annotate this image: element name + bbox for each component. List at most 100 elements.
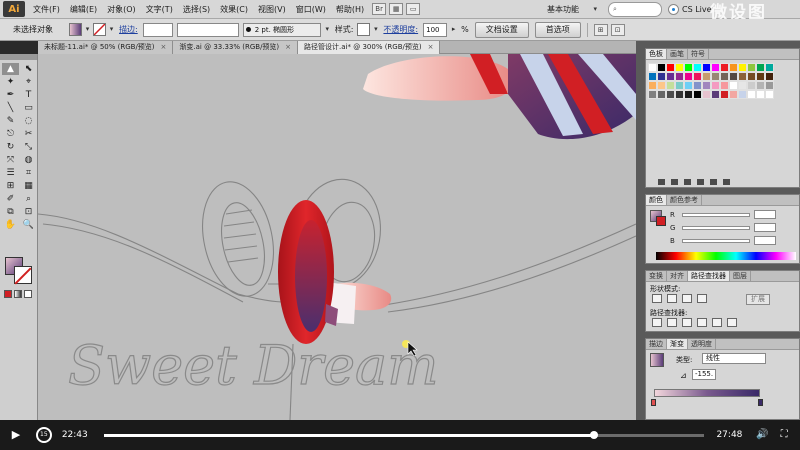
- slider-track[interactable]: [682, 225, 750, 230]
- menu-file[interactable]: 文件(F): [28, 0, 65, 19]
- tool-button[interactable]: ▭: [20, 102, 37, 114]
- gradient-mode-icon[interactable]: [14, 290, 22, 298]
- swatch[interactable]: [693, 72, 702, 81]
- swatch[interactable]: [684, 81, 693, 90]
- color-spectrum-bar[interactable]: [656, 252, 796, 260]
- swatch[interactable]: [702, 63, 711, 72]
- style-dropdown[interactable]: ▾: [371, 23, 380, 36]
- tab-swatches[interactable]: 色板: [646, 49, 667, 59]
- swatch[interactable]: [666, 81, 675, 90]
- tool-button[interactable]: ⎋: [2, 128, 19, 140]
- stroke-dropdown[interactable]: ▾: [107, 23, 116, 36]
- swatch[interactable]: [720, 81, 729, 90]
- style-swatch[interactable]: [357, 23, 371, 36]
- tool-button[interactable]: ✂: [20, 128, 37, 140]
- swatch[interactable]: [702, 72, 711, 81]
- swatch[interactable]: [702, 90, 711, 99]
- menu-effect[interactable]: 效果(C): [215, 0, 253, 19]
- menu-window[interactable]: 窗口(W): [291, 0, 331, 19]
- tool-button[interactable]: ⧉: [2, 206, 19, 218]
- tool-button[interactable]: ✋: [2, 219, 19, 231]
- swatch[interactable]: [648, 81, 657, 90]
- tool-button[interactable]: ⌗: [20, 167, 37, 179]
- intersect-icon[interactable]: [682, 294, 692, 303]
- tool-button[interactable]: ⤡: [20, 141, 37, 153]
- swatch[interactable]: [765, 63, 774, 72]
- swatch[interactable]: [747, 72, 756, 81]
- unite-icon[interactable]: [652, 294, 662, 303]
- swatch[interactable]: [720, 90, 729, 99]
- tool-button[interactable]: ◌: [20, 115, 37, 127]
- swatch[interactable]: [693, 63, 702, 72]
- tab-stroke[interactable]: 描边: [646, 339, 667, 349]
- tab-transform[interactable]: 变换: [646, 271, 667, 281]
- tool-button[interactable]: ↻: [2, 141, 19, 153]
- tool-button[interactable]: ⌕: [20, 193, 37, 205]
- color-mode-icon[interactable]: [4, 290, 12, 298]
- opacity-field[interactable]: 100: [423, 22, 448, 37]
- outline-icon[interactable]: [712, 318, 722, 327]
- swatch[interactable]: [648, 72, 657, 81]
- tab-pathfinder[interactable]: 路径查找器: [688, 271, 730, 281]
- close-icon[interactable]: ×: [428, 43, 434, 51]
- new-swatch-icon[interactable]: [710, 179, 717, 185]
- swatch[interactable]: [729, 63, 738, 72]
- swatch[interactable]: [738, 63, 747, 72]
- swatch[interactable]: [765, 72, 774, 81]
- swatch-kind-icon[interactable]: [671, 179, 678, 185]
- channel-value[interactable]: [754, 223, 776, 232]
- tool-button[interactable]: ✐: [2, 193, 19, 205]
- tab-gradient[interactable]: 渐变: [667, 339, 688, 349]
- swatch[interactable]: [666, 90, 675, 99]
- swatch[interactable]: [657, 81, 666, 90]
- channel-value[interactable]: [754, 236, 776, 245]
- swatch[interactable]: [729, 90, 738, 99]
- menu-select[interactable]: 选择(S): [178, 0, 215, 19]
- tool-button[interactable]: ╲: [2, 102, 19, 114]
- swatch[interactable]: [756, 90, 765, 99]
- tool-button[interactable]: ⊞: [2, 180, 19, 192]
- swatch[interactable]: [684, 90, 693, 99]
- crop-icon[interactable]: [697, 318, 707, 327]
- stroke-color-box[interactable]: [14, 266, 32, 284]
- close-icon[interactable]: ×: [285, 43, 291, 51]
- tab-brushes[interactable]: 画笔: [667, 49, 688, 59]
- fill-stroke-widget[interactable]: [5, 257, 33, 285]
- tab-color-guide[interactable]: 颜色参考: [667, 195, 702, 205]
- color-slider-g[interactable]: G: [670, 223, 776, 232]
- video-progress-knob[interactable]: [590, 430, 599, 439]
- doc-tab-untitled[interactable]: 未标题-11.ai* @ 50% (RGB/预览) ×: [38, 41, 174, 54]
- swatch[interactable]: [756, 81, 765, 90]
- gradient-type-select[interactable]: 线性: [702, 353, 766, 364]
- menu-help[interactable]: 帮助(H): [331, 0, 369, 19]
- delete-swatch-icon[interactable]: [723, 179, 730, 185]
- swatch[interactable]: [729, 81, 738, 90]
- cs-live-button[interactable]: CS Live: [668, 2, 712, 17]
- swatch[interactable]: [720, 63, 729, 72]
- align-icon[interactable]: ⊞: [593, 23, 608, 36]
- swatch[interactable]: [738, 90, 747, 99]
- tool-button[interactable]: ⊡: [20, 206, 37, 218]
- swatch[interactable]: [747, 90, 756, 99]
- tab-transparency[interactable]: 透明度: [688, 339, 716, 349]
- menu-type[interactable]: 文字(T): [141, 0, 178, 19]
- tool-button[interactable]: ☰: [2, 167, 19, 179]
- tool-button[interactable]: ⬉: [20, 63, 37, 75]
- tool-button[interactable]: 🔍: [20, 219, 37, 231]
- gradient-stop-right[interactable]: [758, 399, 763, 406]
- expand-button[interactable]: 扩展: [746, 294, 770, 305]
- swatch[interactable]: [738, 72, 747, 81]
- slider-track[interactable]: [682, 212, 750, 217]
- slider-track[interactable]: [682, 238, 750, 243]
- exclude-icon[interactable]: [697, 294, 707, 303]
- none-mode-icon[interactable]: [24, 290, 32, 298]
- swatch[interactable]: [711, 90, 720, 99]
- swatch[interactable]: [675, 63, 684, 72]
- swatch[interactable]: [702, 81, 711, 90]
- tool-button[interactable]: ✒: [2, 89, 19, 101]
- screen-mode-icon[interactable]: ▭: [406, 3, 421, 15]
- tab-color[interactable]: 颜色: [646, 195, 667, 205]
- menu-view[interactable]: 视图(V): [253, 0, 291, 19]
- video-progress-bar[interactable]: [103, 430, 705, 439]
- tab-align[interactable]: 对齐: [667, 271, 688, 281]
